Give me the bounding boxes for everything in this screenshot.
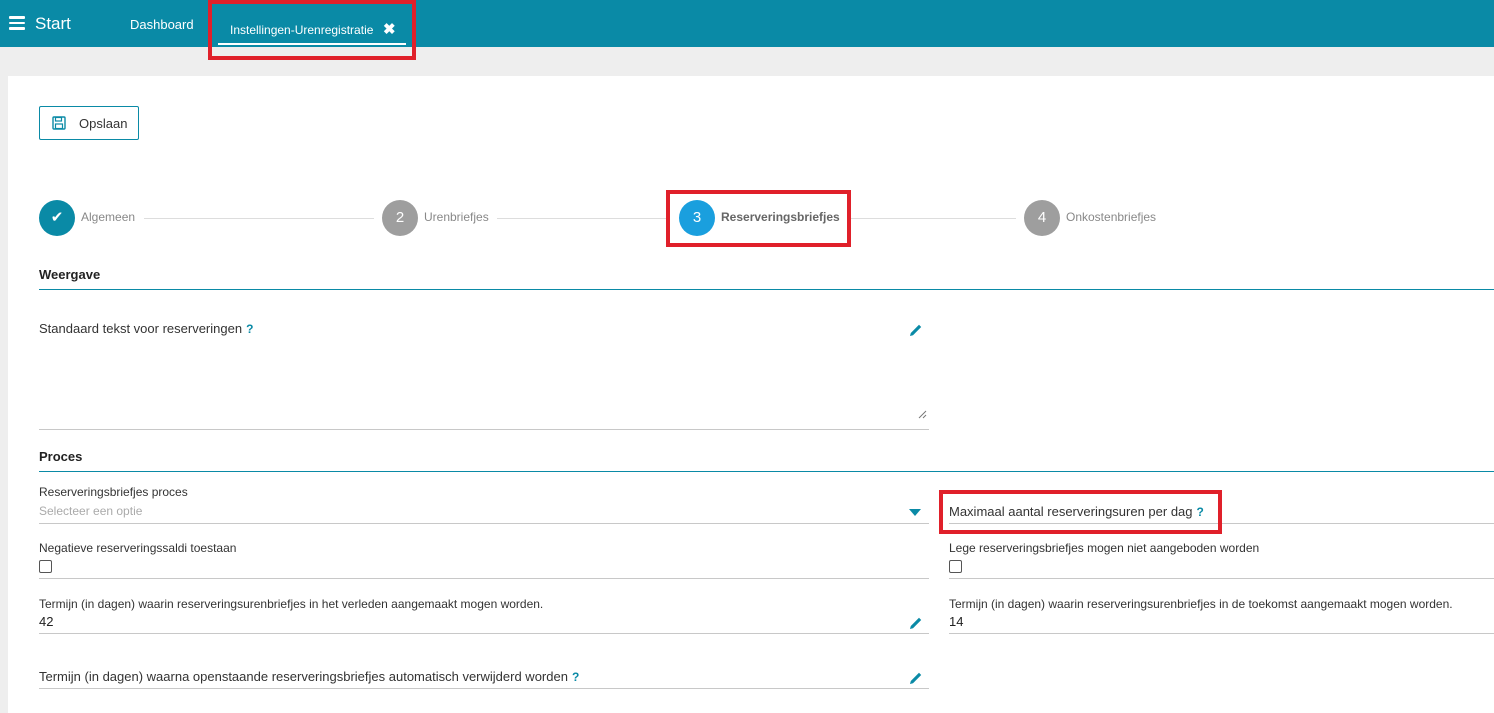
- chevron-down-icon[interactable]: [909, 509, 921, 516]
- toekomst-label: Termijn (in dagen) waarin reserveringsur…: [949, 597, 1453, 611]
- section-title-weergave: Weergave: [39, 267, 101, 282]
- step-2-circle[interactable]: 2: [382, 200, 418, 236]
- stepper-connector: [850, 218, 1016, 219]
- step-4-circle[interactable]: 4: [1024, 200, 1060, 236]
- field-underline: [949, 633, 1494, 634]
- lege-label: Lege reserveringsbriefjes mogen niet aan…: [949, 541, 1260, 555]
- field-underline: [39, 688, 929, 689]
- tab-dashboard[interactable]: Dashboard: [130, 17, 194, 32]
- step-1-checkmark-icon[interactable]: ✔: [39, 200, 75, 236]
- help-icon[interactable]: ?: [246, 322, 253, 336]
- section-divider: [39, 289, 1494, 290]
- step-2-label[interactable]: Urenbriefjes: [424, 210, 489, 224]
- textarea-resize-handle[interactable]: [918, 410, 927, 419]
- standaard-tekst-textarea[interactable]: [39, 340, 929, 422]
- floppy-disk-icon: [52, 116, 66, 130]
- pencil-edit-icon[interactable]: [909, 616, 923, 630]
- lege-checkbox[interactable]: [949, 560, 962, 573]
- highlight-box-field: [939, 490, 1222, 534]
- verleden-input[interactable]: 42: [39, 614, 53, 629]
- step-4-label[interactable]: Onkostenbriefjes: [1066, 210, 1156, 224]
- field-underline: [39, 578, 929, 579]
- toekomst-input[interactable]: 14: [949, 614, 963, 629]
- start-link[interactable]: Start: [35, 14, 71, 34]
- hamburger-menu-icon[interactable]: [9, 16, 25, 30]
- field-underline: [949, 578, 1494, 579]
- negatief-checkbox[interactable]: [39, 560, 52, 573]
- pencil-edit-icon[interactable]: [909, 671, 923, 685]
- save-button[interactable]: Opslaan: [39, 106, 139, 140]
- step-1-label[interactable]: Algemeen: [81, 210, 135, 224]
- proces-select-label: Reserveringsbriefjes proces: [39, 485, 188, 499]
- proces-select[interactable]: Selecteer een optie: [39, 504, 142, 518]
- textarea-underline: [39, 429, 929, 430]
- section-title-proces: Proces: [39, 449, 83, 464]
- standaard-tekst-label: Standaard tekst voor reserveringen?: [39, 321, 254, 336]
- help-icon[interactable]: ?: [572, 670, 579, 684]
- field-underline: [39, 633, 929, 634]
- highlight-box-tab: [208, 0, 416, 60]
- highlight-box-step: [666, 190, 851, 247]
- section-divider: [39, 471, 1494, 472]
- save-button-label: Opslaan: [79, 116, 128, 131]
- verwijderd-label: Termijn (in dagen) waarna openstaande re…: [39, 669, 580, 684]
- verleden-label: Termijn (in dagen) waarin reserveringsur…: [39, 597, 544, 611]
- stepper-connector: [144, 218, 374, 219]
- pencil-edit-icon[interactable]: [909, 323, 923, 337]
- select-underline: [39, 523, 929, 524]
- stepper-connector: [497, 218, 667, 219]
- negatief-label: Negatieve reserveringssaldi toestaan: [39, 541, 237, 555]
